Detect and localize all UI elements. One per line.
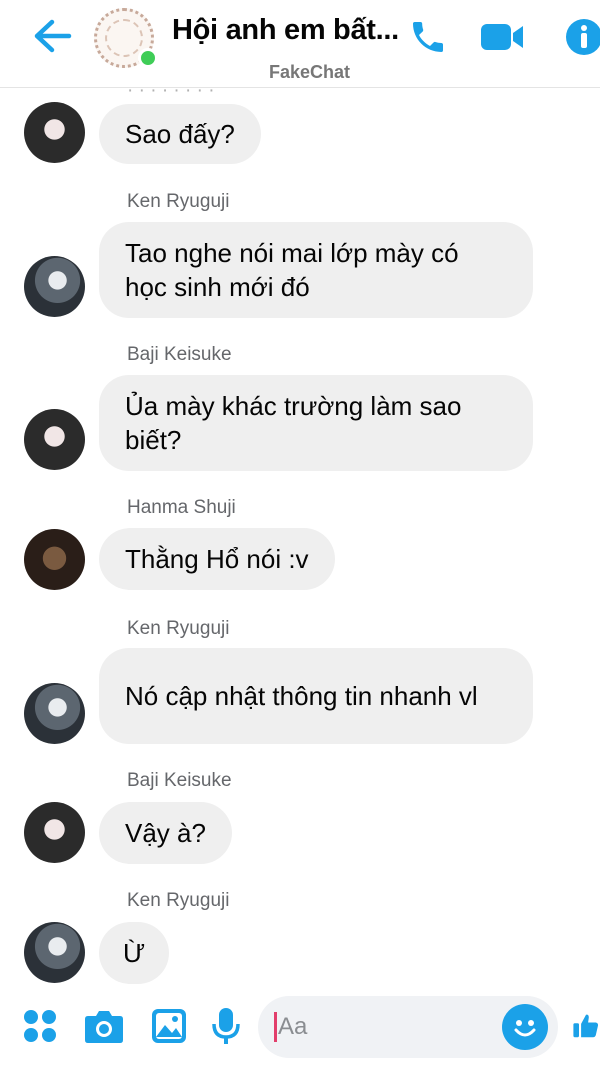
- info-icon: [566, 19, 600, 55]
- video-camera-icon: [481, 24, 523, 50]
- message-input[interactable]: [278, 1007, 498, 1047]
- message-bubble[interactable]: Sao đấy?: [99, 104, 261, 164]
- sender-name: Ken Ryuguji: [127, 618, 230, 639]
- thumbs-up-icon: [573, 1014, 599, 1038]
- message-bubble[interactable]: Tao nghe nói mai lớp mày có học sinh mới…: [99, 222, 533, 318]
- camera-icon: [85, 1011, 123, 1043]
- emoji-icon: [514, 1020, 536, 1037]
- voice-call-button[interactable]: [404, 14, 452, 60]
- cut-off-sender-name: · · · · · · · ·: [127, 88, 215, 101]
- camera-button[interactable]: [82, 1004, 126, 1048]
- text-cursor: [274, 1012, 277, 1042]
- sender-name: Ken Ryuguji: [127, 890, 230, 911]
- app-name: FakeChat: [269, 62, 351, 82]
- sender-name: Baji Keisuke: [127, 770, 232, 791]
- sender-name: Hanma Shuji: [127, 497, 236, 518]
- message-list[interactable]: · · · · · · · · Sao đấy? Ken Ryuguji Tao…: [0, 88, 600, 990]
- chat-header: Hội anh em bất... FakeChat: [0, 0, 600, 88]
- voice-message-button[interactable]: [204, 1004, 248, 1048]
- video-call-button[interactable]: [478, 14, 526, 60]
- emoji-button[interactable]: [502, 1004, 548, 1050]
- avatar[interactable]: [24, 102, 85, 163]
- online-status-indicator: [138, 48, 158, 68]
- chat-title[interactable]: Hội anh em bất...: [172, 14, 398, 47]
- back-button[interactable]: [28, 12, 76, 60]
- message-bubble[interactable]: Nó cập nhật thông tin nhanh vl: [99, 648, 533, 744]
- sender-name: Baji Keisuke: [127, 344, 232, 365]
- apps-grid-icon: [24, 1010, 56, 1042]
- gallery-button[interactable]: [147, 1004, 191, 1048]
- info-button[interactable]: [560, 14, 600, 60]
- message-bubble[interactable]: Thằng Hổ nói :v: [99, 528, 335, 590]
- message-bubble[interactable]: Vậy à?: [99, 802, 232, 864]
- message-input-box[interactable]: [258, 996, 558, 1058]
- message-bubble[interactable]: Ừ: [99, 922, 170, 984]
- sender-name: Ken Ryuguji: [127, 191, 230, 212]
- avatar[interactable]: [24, 256, 85, 317]
- avatar[interactable]: [24, 683, 85, 744]
- image-icon: [152, 1009, 186, 1043]
- avatar[interactable]: [24, 529, 85, 590]
- message-composer: [0, 990, 600, 1066]
- avatar[interactable]: [24, 802, 85, 863]
- like-button[interactable]: [572, 1004, 600, 1048]
- phone-icon: [413, 22, 443, 52]
- microphone-icon: [212, 1008, 240, 1044]
- avatar[interactable]: [24, 409, 85, 470]
- message-bubble[interactable]: Ủa mày khác trường làm sao biết?: [99, 375, 533, 471]
- back-arrow-icon: [34, 19, 72, 53]
- apps-button[interactable]: [18, 1004, 62, 1048]
- avatar[interactable]: [24, 922, 85, 983]
